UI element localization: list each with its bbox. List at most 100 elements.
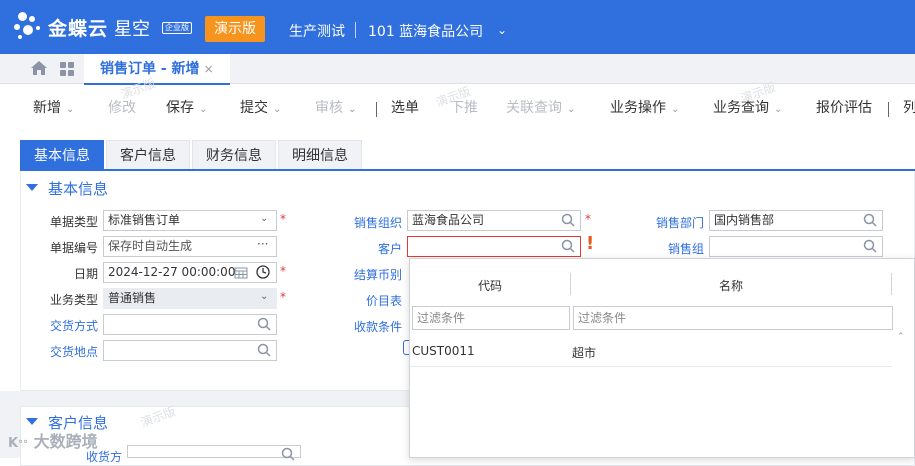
search-icon[interactable] xyxy=(561,239,575,253)
chevron-down-icon[interactable]: ⌄ xyxy=(273,104,281,115)
more-icon[interactable]: ··· xyxy=(257,237,268,251)
tab-sales-order-new[interactable]: 销售订单 - 新增 × xyxy=(84,54,230,85)
chevron-down-icon[interactable]: ⌄ xyxy=(671,104,679,115)
chevron-down-icon[interactable]: ⌄ xyxy=(260,291,268,302)
header-divider xyxy=(355,22,356,38)
company-selector[interactable]: 101 蓝海食品公司 xyxy=(368,21,483,41)
doc-no-placeholder: 保存时自动生成 xyxy=(108,239,193,253)
modify-label: 修改 xyxy=(108,100,136,116)
doc-no-input[interactable]: 保存时自动生成 xyxy=(103,236,277,257)
chevron-down-icon[interactable]: ⌄ xyxy=(260,213,268,224)
business-ops-label: 业务操作 xyxy=(610,100,666,116)
search-icon[interactable] xyxy=(863,239,877,253)
delivery-place-label[interactable]: 交货地点 xyxy=(36,343,98,360)
payment-terms-label[interactable]: 收款条件 xyxy=(336,318,402,335)
chevron-down-icon[interactable]: ⌄ xyxy=(199,104,207,115)
biz-type-value: 普通销售 xyxy=(108,291,157,305)
select-order-button[interactable]: 选单 xyxy=(391,92,419,126)
sales-org-label[interactable]: 销售组织 xyxy=(336,214,402,231)
edition-badge: 企业版 xyxy=(162,22,192,34)
toolbar-divider xyxy=(376,102,377,117)
filter-placeholder: 过滤条件 xyxy=(578,311,627,325)
currency-label[interactable]: 结算币别 xyxy=(336,266,402,283)
business-query-label: 业务查询 xyxy=(713,100,769,116)
sales-group-input[interactable] xyxy=(709,236,883,257)
required-mark: * xyxy=(280,290,286,304)
brand-sub: 星空 xyxy=(114,19,150,40)
environment-label: 生产测试 xyxy=(289,24,345,40)
close-icon[interactable]: × xyxy=(204,62,214,76)
sales-dept-label[interactable]: 销售部门 xyxy=(638,214,704,231)
search-icon[interactable] xyxy=(863,213,877,227)
tab-detail-info[interactable]: 明细信息 xyxy=(278,140,362,170)
delivery-place-input[interactable] xyxy=(103,340,277,361)
home-icon[interactable] xyxy=(30,60,48,76)
sales-dept-input[interactable]: 国内销售部 xyxy=(709,210,883,231)
error-icon: ! xyxy=(586,233,595,254)
chevron-down-icon[interactable]: ⌄ xyxy=(66,104,74,115)
required-mark: * xyxy=(585,212,591,226)
delivery-method-label[interactable]: 交货方式 xyxy=(36,317,98,334)
apps-grid-icon[interactable] xyxy=(60,62,74,76)
biz-type-label: 业务类型 xyxy=(49,293,98,307)
tab-finance-info[interactable]: 财务信息 xyxy=(192,140,276,170)
sales-org-input[interactable]: 蓝海食品公司 xyxy=(407,210,581,231)
doc-type-select[interactable]: 标准销售订单 xyxy=(103,210,277,231)
tab-basic-info[interactable]: 基本信息 xyxy=(20,140,104,170)
column-header-name[interactable]: 名称 xyxy=(571,277,891,294)
submit-button[interactable]: 提交 ⌄ xyxy=(240,92,281,126)
search-icon[interactable] xyxy=(257,317,271,331)
collapse-triangle-icon[interactable] xyxy=(26,184,38,191)
toolbar-divider xyxy=(888,102,889,117)
save-button[interactable]: 保存 ⌄ xyxy=(166,92,207,126)
sales-dept-value: 国内销售部 xyxy=(714,213,775,227)
filter-placeholder: 过滤条件 xyxy=(417,311,466,325)
search-icon[interactable] xyxy=(257,343,271,357)
tab-customer-info[interactable]: 客户信息 xyxy=(106,140,190,170)
table-row[interactable]: CUST0011 超市 xyxy=(410,335,892,367)
doc-type-value: 标准销售订单 xyxy=(108,213,181,227)
calendar-icon[interactable] xyxy=(234,266,248,279)
new-button[interactable]: 新增 ⌄ xyxy=(33,92,74,126)
search-icon[interactable] xyxy=(561,213,575,227)
related-query-label: 关联查询 xyxy=(506,100,562,116)
chevron-down-icon[interactable]: ⌄ xyxy=(348,104,356,115)
business-ops-button[interactable]: 业务操作 ⌄ xyxy=(610,92,679,126)
clock-icon[interactable] xyxy=(256,265,270,279)
customer-label[interactable]: 客户 xyxy=(336,240,402,257)
audit-label: 审核 xyxy=(315,100,343,116)
chevron-down-icon[interactable]: ⌄ xyxy=(497,23,507,37)
required-mark: * xyxy=(280,212,286,226)
date-value: 2024-12-27 00:00:00 xyxy=(108,265,236,279)
chevron-down-icon[interactable]: ⌄ xyxy=(774,104,782,115)
chevron-down-icon[interactable]: ⌄ xyxy=(567,104,575,115)
doc-type-label: 单据类型 xyxy=(49,215,98,229)
delivery-method-input[interactable] xyxy=(103,314,277,335)
collapse-triangle-icon[interactable] xyxy=(26,418,38,425)
required-mark: * xyxy=(280,264,286,278)
biz-type-select[interactable]: 普通销售 xyxy=(103,288,277,309)
demo-badge[interactable]: 演示版 xyxy=(205,16,265,42)
customer-lookup-popup: 代码 名称 过滤条件 过滤条件 ⌃ CUST0011 超市 xyxy=(409,258,915,458)
name-filter-input[interactable]: 过滤条件 xyxy=(573,306,893,330)
section-title: 基本信息 xyxy=(48,180,109,198)
sales-group-label[interactable]: 销售组 xyxy=(638,240,704,257)
list-label: 列 xyxy=(903,100,915,116)
submit-label: 提交 xyxy=(240,100,268,116)
code-filter-input[interactable]: 过滤条件 xyxy=(412,306,570,330)
price-list-label[interactable]: 价目表 xyxy=(336,292,402,309)
row-name: 超市 xyxy=(572,346,597,360)
customer-input[interactable] xyxy=(407,236,581,257)
search-icon[interactable] xyxy=(281,447,295,461)
date-label: 日期 xyxy=(73,267,98,281)
quote-eval-button[interactable]: 报价评估 xyxy=(816,92,872,126)
scroll-up-icon[interactable]: ⌃ xyxy=(897,332,905,342)
receiver-input[interactable] xyxy=(127,445,301,458)
audit-button[interactable]: 审核 ⌄ xyxy=(315,92,356,126)
date-input[interactable]: 2024-12-27 00:00:00 xyxy=(103,262,277,283)
footer-logo-text: 大数跨境 xyxy=(33,432,98,451)
select-order-label: 选单 xyxy=(391,100,419,116)
list-button[interactable]: 列 xyxy=(903,92,915,126)
related-query-button[interactable]: 关联查询 ⌄ xyxy=(506,92,575,126)
column-header-code[interactable]: 代码 xyxy=(410,277,570,294)
